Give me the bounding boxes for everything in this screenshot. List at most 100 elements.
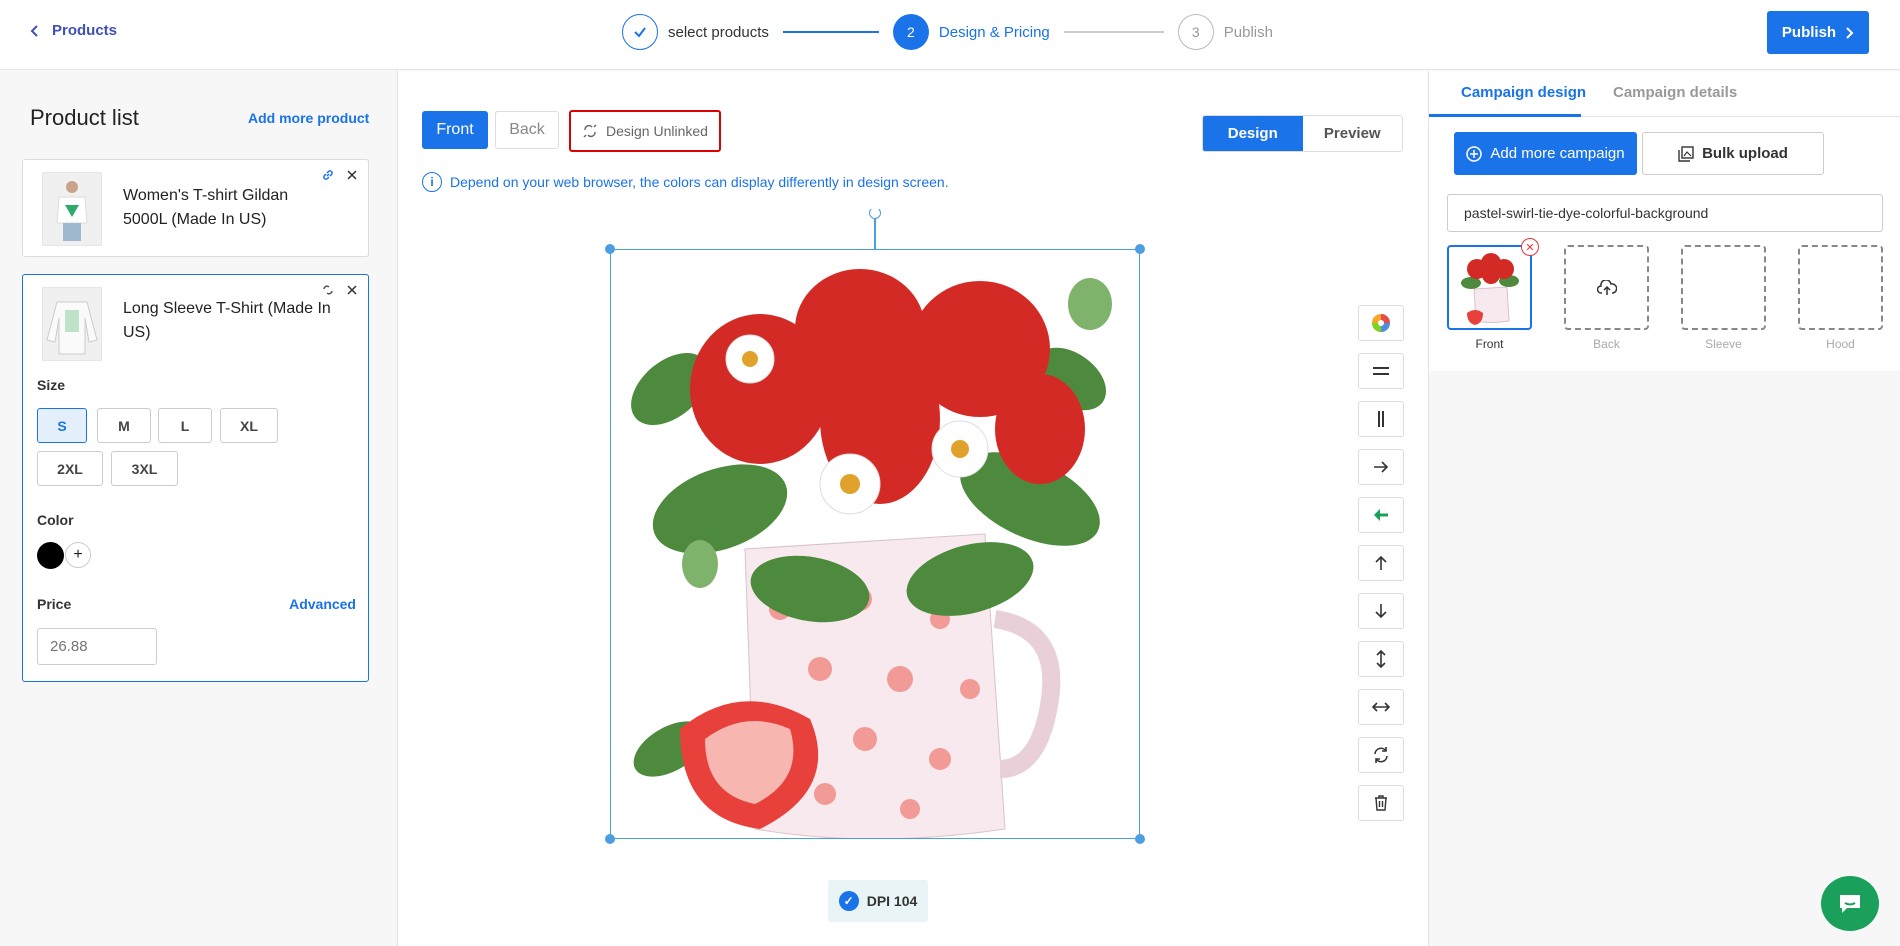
resize-handle-top-right[interactable] <box>1135 244 1145 254</box>
dpi-label: DPI 104 <box>866 893 918 909</box>
back-link-label: Products <box>52 22 118 39</box>
step-1-label: select products <box>668 23 769 41</box>
tshirt-thumbnail-image <box>56 181 88 241</box>
design-toggle-button[interactable]: Design <box>1203 116 1303 151</box>
back-side-button[interactable]: Back <box>495 111 559 149</box>
add-more-product-link[interactable]: Add more product <box>248 110 369 126</box>
campaign-tabs: Campaign design Campaign details <box>1429 71 1900 117</box>
color-wheel-icon[interactable] <box>1358 305 1404 341</box>
close-icon[interactable] <box>346 168 360 182</box>
step-2-label: Design & Pricing <box>938 23 1050 41</box>
chevron-right-icon <box>1846 26 1854 39</box>
color-label: Color <box>37 512 74 528</box>
top-bar: Products select products 2 Design & Pric… <box>0 0 1900 70</box>
close-icon[interactable] <box>346 283 360 297</box>
rotate-icon[interactable] <box>1358 737 1404 773</box>
artwork-canvas[interactable] <box>605 207 1145 844</box>
stretch-vertical-icon[interactable] <box>1358 641 1404 677</box>
resize-handle-top-left[interactable] <box>605 244 615 254</box>
stretch-horizontal-icon[interactable] <box>1358 689 1404 725</box>
image-stack-icon <box>1678 145 1694 162</box>
slot-label-front: Front <box>1475 337 1504 351</box>
check-icon: ✓ <box>838 891 859 911</box>
size-option-3xl[interactable]: 3XL <box>111 451 178 486</box>
slot-label-back: Back <box>1593 337 1620 351</box>
design-slot-front[interactable]: ✕ <box>1447 238 1539 330</box>
design-unlinked-label: Design Unlinked <box>606 123 708 139</box>
size-label: Size <box>37 377 66 393</box>
size-option-l[interactable]: L <box>158 408 212 443</box>
design-slot-sleeve[interactable] <box>1681 245 1766 330</box>
step-1-circle <box>622 14 658 50</box>
trash-icon[interactable] <box>1358 785 1404 821</box>
resize-handle-bottom-right[interactable] <box>1135 834 1145 844</box>
product-list-panel: Product list Add more product Women's T-… <box>0 71 398 946</box>
add-more-campaign-button[interactable]: Add more campaign <box>1454 132 1637 175</box>
tab-campaign-details[interactable]: Campaign details <box>1613 84 1737 101</box>
step-3-circle: 3 <box>1177 14 1214 50</box>
design-file-name-input[interactable] <box>1447 194 1883 232</box>
info-icon: i <box>422 172 442 192</box>
advanced-link[interactable]: Advanced <box>289 596 356 612</box>
step-3-label: Publish <box>1223 23 1273 41</box>
stepper: select products 2 Design & Pricing 3 Pub… <box>622 14 1273 50</box>
check-icon <box>634 27 646 38</box>
size-option-m[interactable]: M <box>97 408 151 443</box>
design-canvas-area: Front Back Design Unlinked Design Previe… <box>398 71 1428 946</box>
color-swatch-black[interactable] <box>37 542 64 569</box>
size-option-2xl[interactable]: 2XL <box>37 451 103 486</box>
resize-handle-bottom-left[interactable] <box>605 834 615 844</box>
slot-label-sleeve: Sleeve <box>1705 337 1742 351</box>
product-thumbnail <box>42 287 102 361</box>
product-thumbnail <box>42 172 102 246</box>
chat-button[interactable] <box>1821 876 1879 931</box>
publish-label: Publish <box>1781 24 1837 41</box>
design-slot-back[interactable] <box>1564 245 1649 330</box>
design-slot-hood[interactable] <box>1798 245 1883 330</box>
plus-circle-icon <box>1466 145 1483 162</box>
product-card-selected[interactable]: Long Sleeve T-Shirt (Made In US) Size S … <box>22 274 369 682</box>
publish-button[interactable]: Publish <box>1767 11 1869 54</box>
align-vertical-icon[interactable] <box>1358 401 1404 437</box>
product-name: Long Sleeve T-Shirt (Made In US) <box>123 300 331 341</box>
product-name: Women's T-shirt Gildan 5000L (Made In US… <box>123 187 289 228</box>
design-preview-toggle: Design Preview <box>1202 115 1403 152</box>
rotation-handle[interactable] <box>869 207 881 219</box>
chevron-left-icon <box>30 24 38 37</box>
arrow-right-icon[interactable] <box>1358 449 1404 485</box>
dpi-badge: ✓ DPI 104 <box>828 880 928 922</box>
product-card[interactable]: Women's T-shirt Gildan 5000L (Made In US… <box>22 159 369 257</box>
chat-icon <box>1840 894 1860 913</box>
back-to-products-link[interactable]: Products <box>28 22 117 39</box>
bulk-upload-button[interactable]: Bulk upload <box>1642 132 1824 175</box>
price-label: Price <box>37 596 72 612</box>
step-connector <box>782 31 879 33</box>
design-unlinked-button[interactable]: Design Unlinked <box>569 110 721 152</box>
front-side-button[interactable]: Front <box>422 111 488 149</box>
arrow-down-icon[interactable] <box>1358 593 1404 629</box>
link-icon[interactable] <box>322 168 336 182</box>
arrow-up-icon[interactable] <box>1358 545 1404 581</box>
product-list-title: Product list <box>30 105 139 130</box>
bulk-upload-label: Bulk upload <box>1702 145 1788 162</box>
unlink-icon[interactable] <box>322 283 336 297</box>
slot-label-hood: Hood <box>1826 337 1855 351</box>
cloud-upload-icon <box>1596 279 1617 295</box>
align-horizontal-icon[interactable] <box>1358 353 1404 389</box>
step-connector <box>1063 31 1164 33</box>
add-more-campaign-label: Add more campaign <box>1490 145 1625 162</box>
step-2-circle: 2 <box>892 14 929 50</box>
campaign-design-section: Campaign design Campaign details Add mor… <box>1429 71 1900 371</box>
color-info-notice: i Depend on your web browser, the colors… <box>422 172 949 192</box>
preview-toggle-button[interactable]: Preview <box>1302 116 1402 151</box>
size-option-xl[interactable]: XL <box>220 408 278 443</box>
remove-design-icon[interactable]: ✕ <box>1521 238 1539 256</box>
selection-box[interactable] <box>610 249 1140 839</box>
price-input[interactable] <box>37 628 157 665</box>
campaign-panel: Campaign design Campaign details Add mor… <box>1428 71 1900 946</box>
add-color-button[interactable]: + <box>65 542 91 568</box>
tab-campaign-design[interactable]: Campaign design <box>1461 84 1586 101</box>
arrow-left-icon[interactable] <box>1358 497 1404 533</box>
info-text: Depend on your web browser, the colors c… <box>450 174 949 190</box>
size-option-s[interactable]: S <box>37 408 87 443</box>
